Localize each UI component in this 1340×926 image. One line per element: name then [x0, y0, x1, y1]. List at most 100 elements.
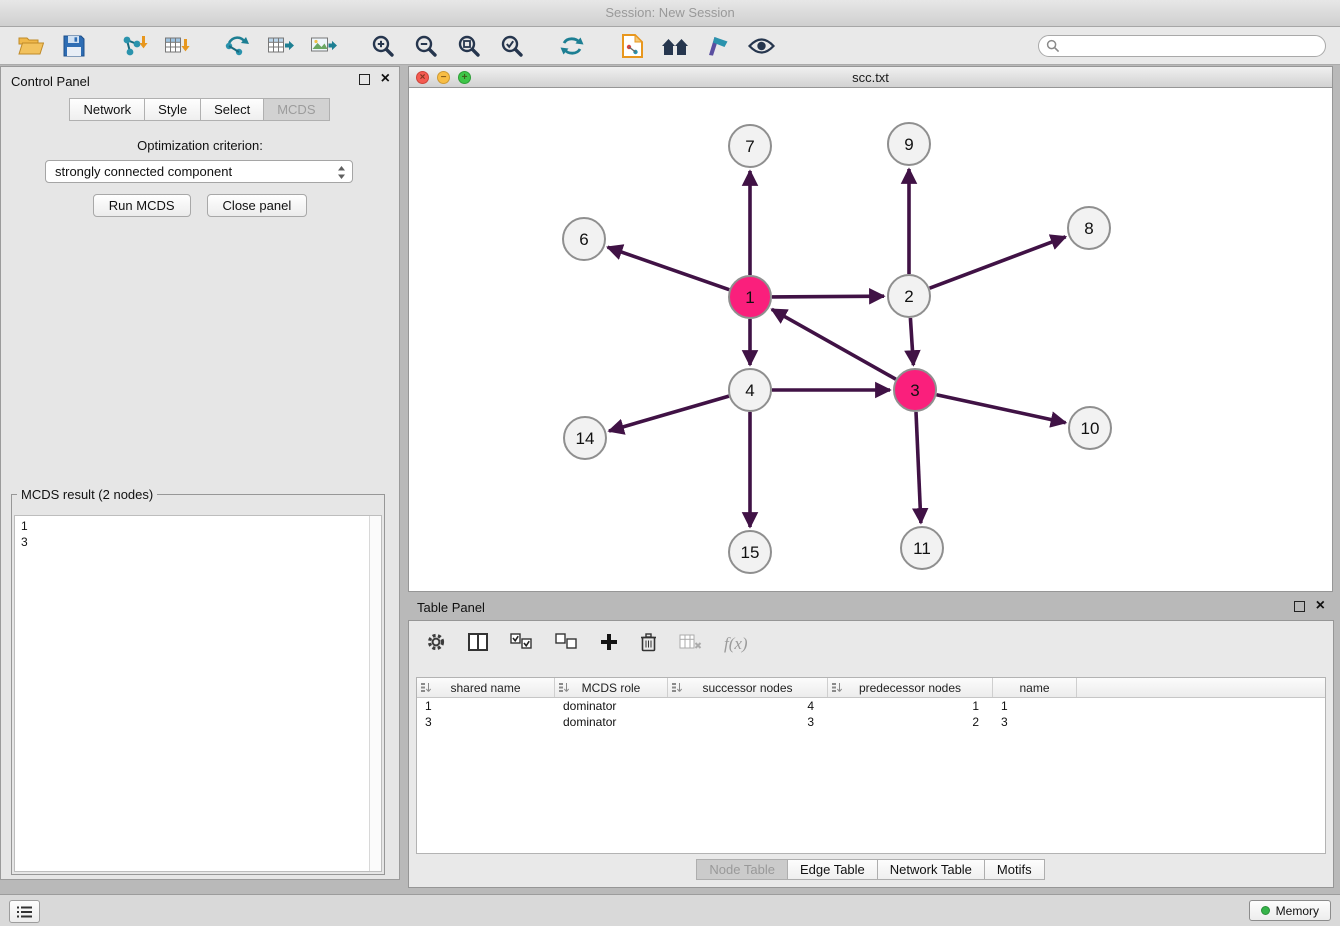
graph-node-7[interactable]: 7: [729, 125, 771, 167]
network-view-window: × − + scc.txt 7 9 6 8 1 2 4 3 14 10 15 11: [408, 66, 1333, 592]
table-settings-gear-icon[interactable]: [426, 632, 446, 657]
function-builder-icon[interactable]: f(x): [724, 634, 748, 654]
svg-text:8: 8: [1084, 219, 1093, 238]
close-panel-button[interactable]: Close panel: [207, 194, 308, 217]
edge-3-11[interactable]: [916, 412, 921, 523]
search-input[interactable]: [1038, 35, 1326, 57]
sort-icon: [421, 682, 432, 696]
result-scrollbar[interactable]: [369, 516, 381, 871]
criterion-dropdown-value: strongly connected component: [55, 164, 232, 179]
graph-node-1[interactable]: 1: [729, 276, 771, 318]
network-merge-icon[interactable]: [222, 32, 252, 60]
memory-button[interactable]: Memory: [1249, 900, 1331, 921]
tab-edge-table[interactable]: Edge Table: [787, 859, 878, 880]
edge-3-10[interactable]: [937, 395, 1066, 423]
zoom-out-icon[interactable]: [411, 32, 441, 60]
select-all-icon[interactable]: [510, 633, 533, 655]
main-toolbar: [0, 27, 1340, 65]
tab-mcds[interactable]: MCDS: [263, 98, 329, 121]
zoom-in-icon[interactable]: [368, 32, 398, 60]
column-header-predecessor-nodes[interactable]: predecessor nodes: [828, 678, 993, 697]
node-table[interactable]: shared name MCDS role successor nodes pr…: [416, 677, 1326, 854]
cell-name[interactable]: 3: [993, 714, 1077, 730]
graph-node-4[interactable]: 4: [729, 369, 771, 411]
zoom-fit-icon[interactable]: [454, 32, 484, 60]
cell-shared-name[interactable]: 1: [417, 698, 555, 714]
mcds-result-title: MCDS result (2 nodes): [17, 487, 157, 502]
close-window-icon[interactable]: ×: [416, 71, 429, 84]
cell-mcds-role[interactable]: dominator: [555, 714, 668, 730]
float-window-icon[interactable]: [359, 74, 370, 85]
column-header-name[interactable]: name: [993, 678, 1077, 697]
column-header-filler: [1077, 678, 1325, 697]
style-brush-icon[interactable]: [703, 32, 733, 60]
column-header-mcds-role[interactable]: MCDS role: [555, 678, 668, 697]
refresh-layout-icon[interactable]: [557, 32, 587, 60]
edge-2-8[interactable]: [930, 237, 1066, 288]
network-graph: 7 9 6 8 1 2 4 3 14 10 15 11: [409, 88, 1332, 591]
network-window-titlebar[interactable]: × − + scc.txt: [408, 66, 1333, 88]
float-window-icon[interactable]: [1294, 601, 1305, 612]
show-columns-icon[interactable]: [468, 633, 488, 656]
open-session-icon[interactable]: [16, 32, 46, 60]
delete-column-icon[interactable]: [679, 634, 702, 655]
minimize-window-icon[interactable]: −: [437, 71, 450, 84]
graph-node-2[interactable]: 2: [888, 275, 930, 317]
edge-1-2[interactable]: [772, 296, 884, 297]
edge-1-6[interactable]: [608, 247, 730, 290]
graph-node-3[interactable]: 3: [894, 369, 936, 411]
criterion-dropdown[interactable]: strongly connected component: [45, 160, 353, 183]
tab-network-table[interactable]: Network Table: [877, 859, 985, 880]
mcds-result-list[interactable]: 1 3: [14, 515, 382, 872]
graph-node-9[interactable]: 9: [888, 123, 930, 165]
cell-successor-nodes[interactable]: 3: [668, 714, 828, 730]
graph-node-8[interactable]: 8: [1068, 207, 1110, 249]
close-icon[interactable]: ×: [1316, 600, 1325, 612]
deselect-all-icon[interactable]: [555, 633, 578, 655]
tab-network[interactable]: Network: [69, 98, 145, 121]
tab-motifs[interactable]: Motifs: [984, 859, 1045, 880]
table-row[interactable]: 3 dominator 3 2 3: [417, 714, 1325, 730]
edge-4-14[interactable]: [609, 396, 729, 431]
graph-node-15[interactable]: 15: [729, 531, 771, 573]
edge-3-1[interactable]: [772, 309, 896, 379]
save-session-icon[interactable]: [59, 32, 89, 60]
mcds-buttons: Run MCDS Close panel: [1, 194, 399, 217]
tab-select[interactable]: Select: [200, 98, 264, 121]
delete-row-trash-icon[interactable]: [640, 632, 657, 657]
status-bar: Memory: [0, 894, 1340, 926]
tab-node-table[interactable]: Node Table: [696, 859, 788, 880]
cell-successor-nodes[interactable]: 4: [668, 698, 828, 714]
zoom-selected-icon[interactable]: [497, 32, 527, 60]
graph-node-14[interactable]: 14: [564, 417, 606, 459]
home-icon[interactable]: [660, 32, 690, 60]
edge-2-3[interactable]: [910, 318, 913, 365]
export-table-icon[interactable]: [265, 32, 295, 60]
sort-icon: [832, 682, 843, 696]
graph-node-10[interactable]: 10: [1069, 407, 1111, 449]
graph-node-6[interactable]: 6: [563, 218, 605, 260]
network-window-title: scc.txt: [852, 70, 889, 85]
tab-style[interactable]: Style: [144, 98, 201, 121]
cell-name[interactable]: 1: [993, 698, 1077, 714]
maximize-window-icon[interactable]: +: [458, 71, 471, 84]
cell-mcds-role[interactable]: dominator: [555, 698, 668, 714]
export-image-icon[interactable]: [308, 32, 338, 60]
column-header-shared-name[interactable]: shared name: [417, 678, 555, 697]
run-mcds-button[interactable]: Run MCDS: [93, 194, 191, 217]
import-network-file-icon[interactable]: [119, 32, 149, 60]
cell-predecessor-nodes[interactable]: 2: [828, 714, 993, 730]
graph-node-11[interactable]: 11: [901, 527, 943, 569]
close-icon[interactable]: ×: [381, 73, 390, 85]
cell-shared-name[interactable]: 3: [417, 714, 555, 730]
control-panel-tabs: Network Style Select MCDS: [1, 98, 399, 121]
show-graphics-details-icon[interactable]: [746, 32, 776, 60]
import-table-file-icon[interactable]: [162, 32, 192, 60]
add-row-plus-icon[interactable]: [600, 633, 618, 656]
apply-style-icon[interactable]: [617, 32, 647, 60]
cell-predecessor-nodes[interactable]: 1: [828, 698, 993, 714]
table-row[interactable]: 1 dominator 4 1 1: [417, 698, 1325, 714]
network-canvas[interactable]: 7 9 6 8 1 2 4 3 14 10 15 11: [408, 88, 1333, 592]
task-history-button[interactable]: [9, 900, 40, 923]
column-header-successor-nodes[interactable]: successor nodes: [668, 678, 828, 697]
